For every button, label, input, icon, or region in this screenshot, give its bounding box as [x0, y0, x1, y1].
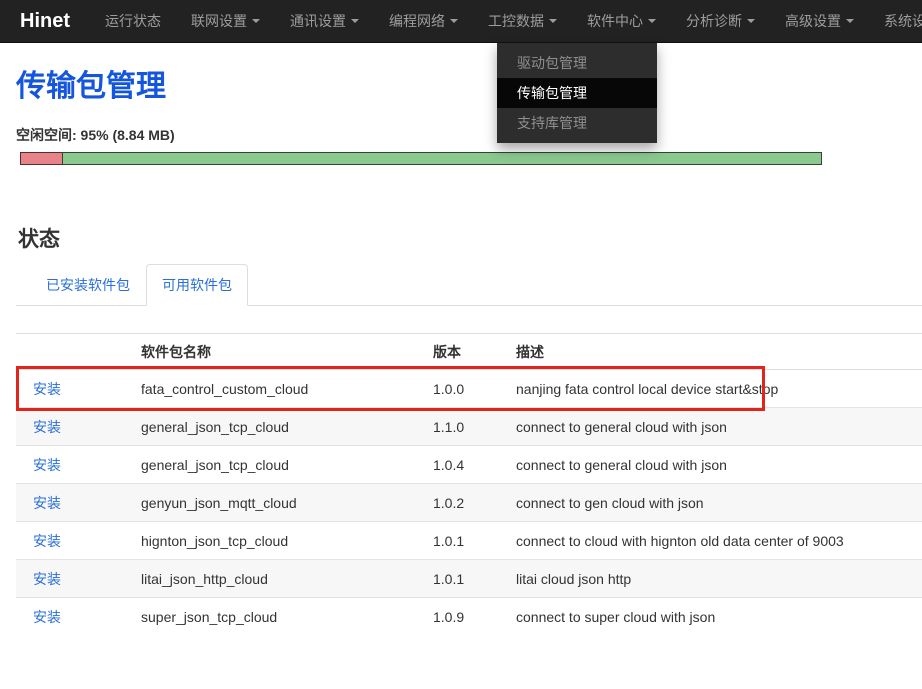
chevron-down-icon: [747, 19, 755, 23]
nav-item-comm-settings[interactable]: 通讯设置: [275, 0, 374, 42]
main-content: 传输包管理 空闲空间: 95% (8.84 MB) 状态 已安装软件包 可用软件…: [0, 43, 922, 689]
package-description: litai cloud json http: [508, 560, 922, 598]
col-header-description: 描述: [508, 334, 922, 370]
package-name: fata_control_custom_cloud: [133, 370, 425, 408]
chevron-down-icon: [351, 19, 359, 23]
package-description: connect to super cloud with json: [508, 598, 922, 636]
tab-available-packages[interactable]: 可用软件包: [146, 264, 248, 306]
progress-used-segment: [20, 152, 62, 165]
install-link[interactable]: 安装: [33, 381, 61, 397]
package-description: connect to cloud with hignton old data c…: [508, 522, 922, 560]
nav-item-label: 高级设置: [785, 11, 841, 31]
package-name: litai_json_http_cloud: [133, 560, 425, 598]
nav-item-network-settings[interactable]: 联网设置: [176, 0, 275, 42]
nav-item-label: 运行状态: [105, 11, 161, 31]
table-row: 安装 fata_control_custom_cloud 1.0.0 nanji…: [16, 370, 922, 408]
package-description: connect to general cloud with json: [508, 408, 922, 446]
storage-progress-bar: [20, 152, 822, 165]
install-link[interactable]: 安装: [33, 609, 61, 625]
package-version: 1.0.1: [425, 522, 508, 560]
install-link[interactable]: 安装: [33, 495, 61, 511]
dropdown-item-driver-package[interactable]: 驱动包管理: [497, 48, 657, 78]
chevron-down-icon: [549, 19, 557, 23]
package-tabs: 已安装软件包 可用软件包: [16, 264, 922, 306]
package-name: genyun_json_mqtt_cloud: [133, 484, 425, 522]
package-version: 1.0.2: [425, 484, 508, 522]
nav-menu: 运行状态 联网设置 通讯设置 编程网络 工控数据 软件中心 分析诊断 高级设置 …: [90, 0, 922, 42]
top-navbar: Hinet 运行状态 联网设置 通讯设置 编程网络 工控数据 软件中心 分析诊断…: [0, 0, 922, 43]
nav-item-programming-network[interactable]: 编程网络: [374, 0, 473, 42]
free-space-label: 空闲空间: 95% (8.84 MB): [16, 125, 922, 145]
chevron-down-icon: [252, 19, 260, 23]
package-version: 1.0.9: [425, 598, 508, 636]
chevron-down-icon: [450, 19, 458, 23]
package-version: 1.0.4: [425, 446, 508, 484]
package-version: 1.1.0: [425, 408, 508, 446]
table-row: 安装 general_json_tcp_cloud 1.1.0 connect …: [16, 408, 922, 446]
chevron-down-icon: [846, 19, 854, 23]
table-header-row: 软件包名称 版本 描述: [16, 334, 922, 370]
install-link[interactable]: 安装: [33, 457, 61, 473]
col-header-version: 版本: [425, 334, 508, 370]
table-row: 安装 genyun_json_mqtt_cloud 1.0.2 connect …: [16, 484, 922, 522]
nav-item-run-status[interactable]: 运行状态: [90, 0, 176, 42]
package-name: general_json_tcp_cloud: [133, 408, 425, 446]
nav-item-analysis-diagnosis[interactable]: 分析诊断: [671, 0, 770, 42]
nav-item-label: 软件中心: [587, 11, 643, 31]
nav-item-industrial-data[interactable]: 工控数据: [473, 0, 572, 42]
nav-item-label: 工控数据: [488, 11, 544, 31]
packages-table: 软件包名称 版本 描述 安装 fata_control_custom_cloud…: [16, 333, 922, 636]
nav-item-system-settings[interactable]: 系统设置: [869, 0, 922, 42]
table-row: 安装 hignton_json_tcp_cloud 1.0.1 connect …: [16, 522, 922, 560]
package-name: general_json_tcp_cloud: [133, 446, 425, 484]
package-name: hignton_json_tcp_cloud: [133, 522, 425, 560]
package-description: connect to gen cloud with json: [508, 484, 922, 522]
nav-item-label: 通讯设置: [290, 11, 346, 31]
package-description: nanjing fata control local device start&…: [508, 370, 922, 408]
col-header-action: [16, 334, 133, 370]
nav-item-label: 系统设置: [884, 11, 922, 31]
package-description: connect to general cloud with json: [508, 446, 922, 484]
nav-item-label: 联网设置: [191, 11, 247, 31]
dropdown-item-support-library[interactable]: 支持库管理: [497, 108, 657, 138]
package-version: 1.0.0: [425, 370, 508, 408]
package-version: 1.0.1: [425, 560, 508, 598]
software-center-dropdown: 驱动包管理 传输包管理 支持库管理: [497, 43, 657, 143]
tab-installed-packages[interactable]: 已安装软件包: [30, 264, 146, 306]
install-link[interactable]: 安装: [33, 533, 61, 549]
progress-free-segment: [62, 152, 822, 165]
table-row: 安装 super_json_tcp_cloud 1.0.9 connect to…: [16, 598, 922, 636]
chevron-down-icon: [648, 19, 656, 23]
nav-item-label: 编程网络: [389, 11, 445, 31]
nav-item-advanced-settings[interactable]: 高级设置: [770, 0, 869, 42]
page-title: 传输包管理: [16, 61, 922, 105]
col-header-name: 软件包名称: [133, 334, 425, 370]
install-link[interactable]: 安装: [33, 571, 61, 587]
table-row: 安装 litai_json_http_cloud 1.0.1 litai clo…: [16, 560, 922, 598]
package-name: super_json_tcp_cloud: [133, 598, 425, 636]
nav-item-software-center[interactable]: 软件中心: [572, 0, 671, 42]
install-link[interactable]: 安装: [33, 419, 61, 435]
brand-logo[interactable]: Hinet: [0, 0, 90, 42]
packages-table-wrap: 软件包名称 版本 描述 安装 fata_control_custom_cloud…: [16, 333, 922, 636]
nav-item-label: 分析诊断: [686, 11, 742, 31]
status-heading: 状态: [18, 223, 922, 253]
dropdown-item-transfer-package[interactable]: 传输包管理: [497, 78, 657, 108]
table-row: 安装 general_json_tcp_cloud 1.0.4 connect …: [16, 446, 922, 484]
